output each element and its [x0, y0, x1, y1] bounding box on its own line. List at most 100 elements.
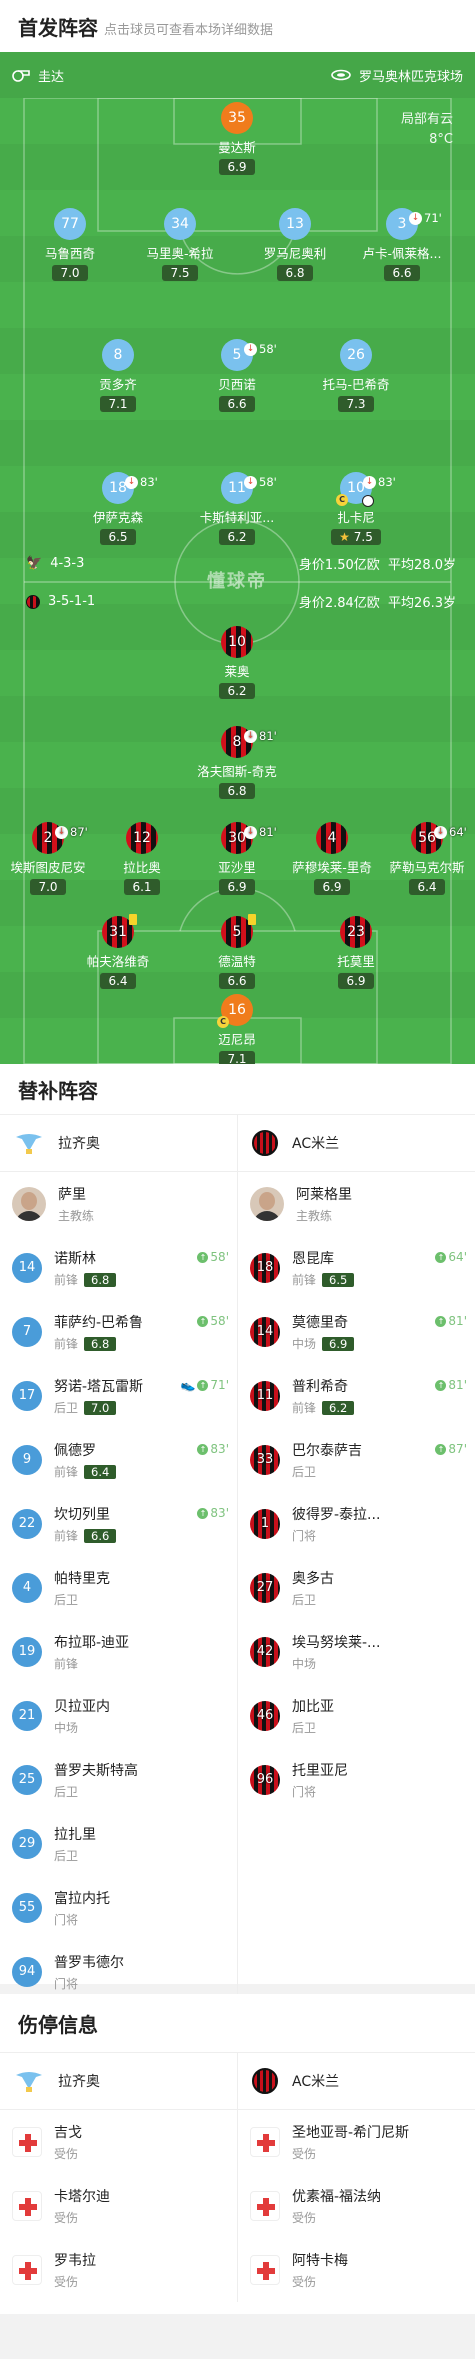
player-name: 扎卡尼: [337, 510, 375, 525]
player-rating: 6.9: [219, 879, 255, 895]
player-home-5[interactable]: 5 ↓ 58' 贝西诺 6.6: [182, 339, 292, 412]
player-home-34[interactable]: 34 马里奥-希拉 7.5: [125, 208, 235, 281]
player-rating: 7.3: [338, 396, 374, 412]
captain-badge: C: [336, 494, 348, 506]
sub-off-marker: ↓ 71': [409, 202, 442, 234]
sub-row[interactable]: 29 拉扎里 后卫: [0, 1812, 237, 1876]
player-rating: 6.4: [100, 973, 136, 989]
yellow-card-icon: [129, 914, 137, 925]
sub-off-icon: ↓: [363, 475, 376, 489]
sub-off-icon: ↓: [434, 825, 447, 839]
player-rating: 7.1: [219, 1051, 255, 1064]
sub-row[interactable]: 11 普利希奇 前锋 6.2 ↑ 81': [238, 1364, 475, 1428]
sub-row[interactable]: 4 帕特里克 后卫: [0, 1556, 237, 1620]
subs-grid: 萨里 主教练 14 诺斯林 前锋 6.8 ↑ 58' 7 菲萨约-巴希鲁 前锋 6.8 ↑ 58' 1…: [0, 1172, 475, 2004]
player-rating: 6.6: [219, 396, 255, 412]
player-rating: 6.6: [219, 973, 255, 989]
sub-in-icon: ↑: [197, 1379, 209, 1391]
injury-row[interactable]: 吉戈 受伤: [0, 2110, 237, 2174]
away-age: 平均26.3岁: [388, 596, 456, 611]
weather-temp: 8°C: [429, 132, 453, 147]
player-name: 曼达斯: [218, 140, 256, 155]
sub-row[interactable]: 19 布拉耶-迪亚 前锋: [0, 1620, 237, 1684]
player-home-77[interactable]: 77 马鲁西奇 7.0: [15, 208, 125, 281]
sub-off-marker: ↓ 81': [244, 816, 277, 848]
player-away-5[interactable]: 5 德温特 6.6: [182, 914, 292, 989]
sub-row[interactable]: 9 佩德罗 前锋 6.4 ↑ 83': [0, 1428, 237, 1492]
player-rating: 6.5: [100, 529, 136, 545]
player-home-35[interactable]: 35 曼达斯 6.9: [182, 102, 292, 175]
injury-row[interactable]: 罗韦拉 受伤: [0, 2238, 237, 2302]
player-number: 30 ↓ 81': [221, 822, 277, 854]
sub-off-icon: ↓: [125, 475, 138, 489]
sub-row[interactable]: 27 奥多古 后卫: [238, 1556, 475, 1620]
sub-row[interactable]: 14 诺斯林 前锋 6.8 ↑ 58': [0, 1236, 237, 1300]
player-away-16[interactable]: 16 C 迈尼昂 7.1: [182, 994, 292, 1064]
player-away-23[interactable]: 23 托莫里 6.9: [301, 916, 411, 989]
sub-row[interactable]: 7 菲萨约-巴希鲁 前锋 6.8 ↑ 58': [0, 1300, 237, 1364]
player-away-8[interactable]: 8 ↓ 81' 洛夫图斯-奇克 6.8: [182, 726, 292, 799]
player-rating: 6.9: [219, 159, 255, 175]
player-rating: 7.1: [100, 396, 136, 412]
player-home-11[interactable]: 11 ↓ 58' 卡斯特利亚... 6.2: [182, 472, 292, 545]
player-number: 18 ↓ 83': [102, 472, 158, 504]
sub-row[interactable]: 96 托里亚尼 门将: [238, 1748, 475, 1812]
player-number: 26: [340, 339, 372, 371]
sub-row[interactable]: 46 加比亚 后卫: [238, 1684, 475, 1748]
injury-row[interactable]: 圣地亚哥-希门尼斯 受伤: [238, 2110, 475, 2174]
sub-row[interactable]: 25 普罗夫斯特高 后卫: [0, 1748, 237, 1812]
player-away-4[interactable]: 4 萨穆埃莱-里奇 6.9: [277, 822, 387, 895]
player-name: 罗马尼奥利: [263, 246, 327, 261]
player-name: 托马-巴希奇: [322, 377, 390, 392]
injury-row[interactable]: 优素福-福法纳 受伤: [238, 2174, 475, 2238]
sub-off-marker: ↓ 64': [434, 816, 467, 848]
sub-row[interactable]: 55 富拉内托 门将: [0, 1876, 237, 1940]
subs-title: 替补阵容: [18, 1078, 98, 1103]
sub-in-icon: ↑: [435, 1251, 447, 1263]
home-formation-row: 🦅 4-3-3 身价1.50亿欧 平均28.0岁: [26, 554, 456, 573]
sub-row[interactable]: 33 巴尔泰萨吉 后卫 ↑ 87': [238, 1428, 475, 1492]
sub-in-marker: ↑ 58': [197, 1314, 229, 1328]
away-team: AC米兰: [237, 2053, 475, 2109]
player-number: 2 ↓ 87': [32, 822, 88, 854]
player-away-12[interactable]: 12 拉比奥 6.1: [87, 822, 197, 895]
player-away-31[interactable]: 31 帕夫洛维奇 6.4: [63, 914, 173, 989]
sub-row[interactable]: 17 努诺-塔瓦雷斯 后卫 7.0 👟 ↑ 71': [0, 1364, 237, 1428]
home-injuries: 吉戈 受伤 卡塔尔迪 受伤 罗韦拉 受伤: [0, 2110, 237, 2302]
player-home-26[interactable]: 26 托马-巴希奇 7.3: [301, 339, 411, 412]
player-home-10[interactable]: 10 ↓ 83' C 扎卡尼 ★ 7.5: [301, 472, 411, 545]
sub-row[interactable]: 22 坎切列里 前锋 6.6 ↑ 83': [0, 1492, 237, 1556]
sub-in-marker: ↑ 81': [435, 1378, 467, 1392]
injury-row[interactable]: 卡塔尔迪 受伤: [0, 2174, 237, 2238]
home-subs: 萨里 主教练 14 诺斯林 前锋 6.8 ↑ 58' 7 菲萨约-巴希鲁 前锋 6.8 ↑ 58' 1…: [0, 1172, 237, 2004]
player-number: 10: [221, 626, 253, 658]
sub-in-marker: ↑ 83': [197, 1506, 229, 1520]
player-name: 马鲁西奇: [44, 246, 95, 261]
weather: 局部有云 8°C: [401, 110, 453, 150]
player-name: 拉比奥: [123, 860, 161, 875]
player-rating: 6.8: [219, 783, 255, 799]
sub-row[interactable]: 21 贝拉亚内 中场: [0, 1684, 237, 1748]
coach-row[interactable]: 萨里 主教练: [0, 1172, 237, 1236]
away-value: 身价2.84亿欧: [298, 596, 380, 611]
coach-row[interactable]: 阿莱格里 主教练: [238, 1172, 475, 1236]
sub-in-marker: ↑ 87': [435, 1442, 467, 1456]
home-formation: 4-3-3: [50, 556, 85, 571]
player-away-10[interactable]: 10 莱奥 6.2: [182, 626, 292, 699]
away-formation: 3-5-1-1: [48, 594, 96, 609]
sub-row[interactable]: 42 埃马努埃莱-... 中场: [238, 1620, 475, 1684]
player-number: 13: [279, 208, 311, 240]
player-away-56[interactable]: 56 ↓ 64' 萨勒马克尔斯 6.4: [372, 822, 475, 895]
sub-row[interactable]: 1 彼得罗-泰拉... 门将: [238, 1492, 475, 1556]
sub-row[interactable]: 18 恩昆库 前锋 6.5 ↑ 64': [238, 1236, 475, 1300]
player-home-8[interactable]: 8 贡多齐 7.1: [63, 339, 173, 412]
player-home-13[interactable]: 13 罗马尼奥利 6.8: [240, 208, 350, 281]
player-rating: 7.0: [52, 265, 88, 281]
player-home-3[interactable]: 3 ↓ 71' 卢卡-佩莱格... 6.6: [347, 208, 457, 281]
sub-row[interactable]: 14 莫德里奇 中场 6.9 ↑ 81': [238, 1300, 475, 1364]
injury-row[interactable]: 阿特卡梅 受伤: [238, 2238, 475, 2302]
player-number: 16 C: [217, 994, 253, 1028]
player-away-30[interactable]: 30 ↓ 81' 亚沙里 6.9: [182, 822, 292, 895]
player-home-18[interactable]: 18 ↓ 83' 伊萨克森 6.5: [63, 472, 173, 545]
player-name: 萨穆埃莱-里奇: [292, 860, 372, 875]
